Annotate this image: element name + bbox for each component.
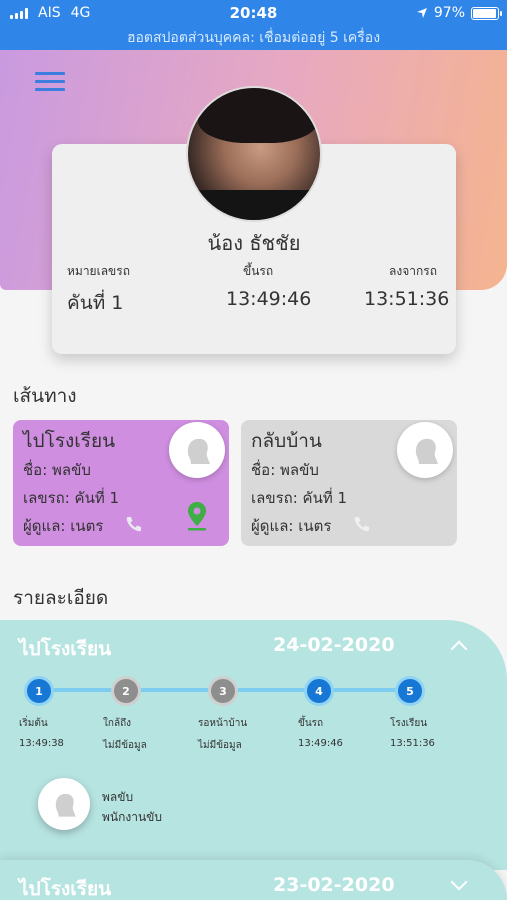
route-driver: ชื่อ: พลขับ — [251, 461, 319, 479]
driver-avatar-icon — [397, 422, 453, 478]
step-1-dot: 1 — [27, 679, 51, 703]
details-heading: รายละเอียด — [13, 587, 109, 609]
step-5-time: 13:51:36 — [390, 738, 435, 749]
detail-date: 24-02-2020 — [273, 634, 395, 656]
staff-avatar-icon — [38, 778, 90, 830]
staff-name: พลขับ — [102, 790, 134, 804]
step-2-label: ใกล้ถึง — [103, 718, 132, 729]
location-pin-icon[interactable] — [185, 500, 209, 532]
phone-icon[interactable] — [353, 515, 371, 533]
detail-date-2: 23-02-2020 — [273, 874, 395, 896]
step-2-time: ไม่มีข้อมูล — [103, 740, 147, 751]
hamburger-menu-icon[interactable] — [35, 72, 65, 94]
location-icon — [416, 8, 427, 18]
staff-role: พนักงานขับ — [102, 810, 162, 824]
step-5-dot: 5 — [398, 679, 422, 703]
routes-heading: เส้นทาง — [13, 385, 77, 407]
route-caretaker: ผู้ดูแล: เนตร — [251, 517, 332, 535]
route-bus: เลขรถ: คันที่ 1 — [251, 489, 348, 507]
detail-title: ไปโรงเรียน — [19, 638, 112, 660]
route-caretaker: ผู้ดูแล: เนตร — [23, 517, 104, 535]
step-1-label: เริ่มต้น — [19, 718, 48, 729]
step-3-time: ไม่มีข้อมูล — [198, 740, 242, 751]
route-title: ไปโรงเรียน — [23, 430, 116, 452]
step-3-label: รอหน้าบ้าน — [198, 718, 248, 729]
step-1-time: 13:49:38 — [19, 738, 64, 749]
step-4-time: 13:49:46 — [298, 738, 343, 749]
step-4-label: ขึ้นรถ — [298, 718, 324, 729]
battery-icon — [471, 6, 502, 20]
route-driver: ชื่อ: พลขับ — [23, 461, 91, 479]
detail-title-2: ไปโรงเรียน — [19, 878, 112, 900]
board-time-label: ขึ้นรถ — [243, 264, 274, 278]
battery-percent: 97% — [433, 5, 465, 21]
route-card-to-school[interactable]: ไปโรงเรียน ชื่อ: พลขับ เลขรถ: คันที่ 1 ผ… — [13, 420, 229, 546]
alight-time-value: 13:51:36 — [364, 288, 450, 310]
student-name: น้อง ธัชชัย — [207, 231, 301, 255]
phone-icon[interactable] — [125, 515, 143, 533]
alight-time-label: ลงจากรถ — [389, 264, 437, 278]
driver-avatar-icon — [169, 422, 225, 478]
step-2-dot: 2 — [114, 679, 138, 703]
route-bus: เลขรถ: คันที่ 1 — [23, 489, 120, 507]
step-3-dot: 3 — [211, 679, 235, 703]
board-time-value: 13:49:46 — [226, 288, 312, 310]
route-card-go-home[interactable]: กลับบ้าน ชื่อ: พลขับ เลขรถ: คันที่ 1 ผู้… — [241, 420, 457, 546]
student-avatar — [186, 86, 322, 222]
hotspot-banner[interactable]: ฮอตสปอตส่วนบุคคล: เชื่อมต่ออยู่ 5 เครื่อ… — [0, 28, 507, 50]
step-5-label: โรงเรียน — [390, 718, 428, 729]
bus-number-label: หมายเลขรถ — [67, 264, 130, 278]
route-title: กลับบ้าน — [251, 430, 322, 452]
step-4-dot: 4 — [307, 679, 331, 703]
status-bar: AIS 4G 20:48 97% — [0, 0, 507, 28]
bus-number-value: คันที่ 1 — [67, 292, 124, 314]
